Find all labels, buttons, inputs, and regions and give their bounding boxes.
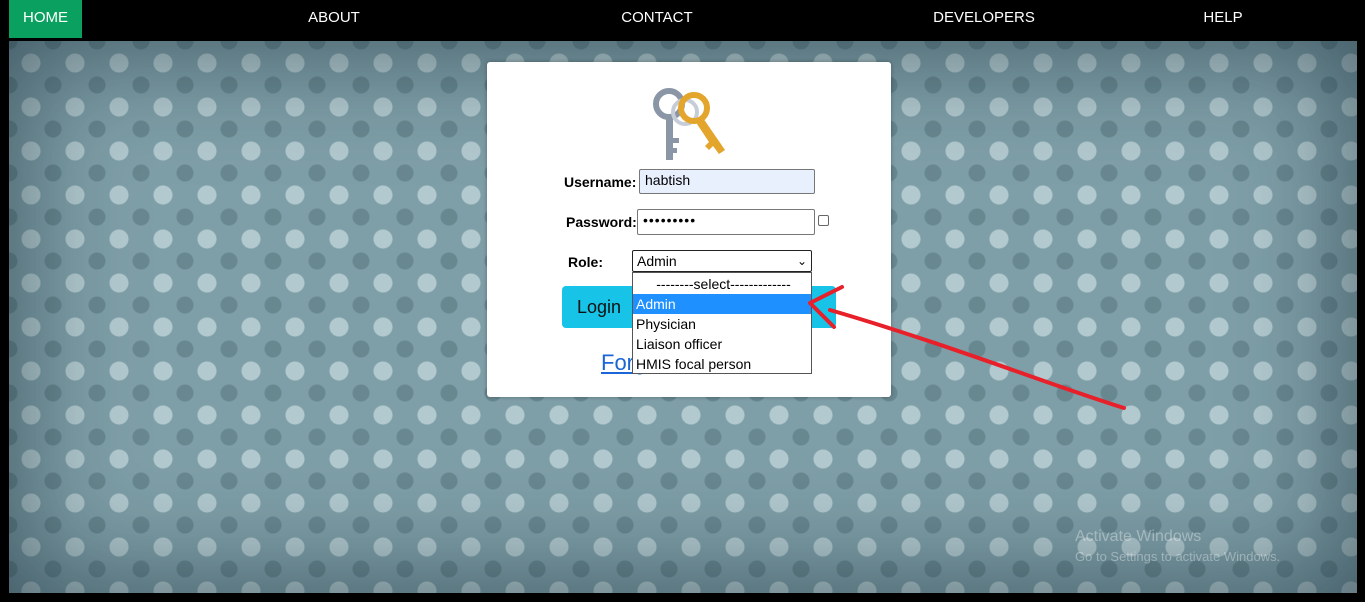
show-password-checkbox[interactable]: [818, 215, 829, 226]
username-field[interactable]: habtish: [639, 169, 815, 194]
nav-developers[interactable]: DEVELOPERS: [930, 0, 1038, 38]
chevron-down-icon: ⌄: [796, 254, 807, 268]
role-option-hmis-focal-person[interactable]: HMIS focal person: [633, 354, 811, 374]
role-option-admin[interactable]: Admin: [633, 294, 811, 314]
windows-activation-watermark: Activate Windows Go to Settings to activ…: [1075, 527, 1280, 567]
role-option-physician[interactable]: Physician: [633, 314, 811, 334]
password-label: Password:: [566, 214, 637, 230]
username-label: Username:: [564, 174, 637, 190]
role-label: Role:: [568, 254, 603, 270]
keys-icon: [653, 88, 725, 160]
role-select[interactable]: Admin ⌄: [632, 250, 812, 272]
nav-about[interactable]: ABOUT: [294, 0, 374, 38]
watermark-title: Activate Windows: [1075, 528, 1202, 545]
nav-help[interactable]: HELP: [1196, 0, 1250, 38]
nav-contact[interactable]: CONTACT: [612, 0, 702, 38]
password-field[interactable]: •••••••••: [637, 209, 815, 235]
role-dropdown-list: --------select------------- Admin Physic…: [632, 272, 812, 374]
watermark-subtitle: Go to Settings to activate Windows.: [1075, 549, 1281, 564]
role-option-select[interactable]: --------select-------------: [633, 274, 811, 294]
role-select-value: Admin: [637, 253, 677, 269]
role-option-liaison-officer[interactable]: Liaison officer: [633, 334, 811, 354]
top-navbar: HOME ABOUT CONTACT DEVELOPERS HELP: [0, 0, 1365, 40]
nav-home[interactable]: HOME: [9, 0, 82, 38]
